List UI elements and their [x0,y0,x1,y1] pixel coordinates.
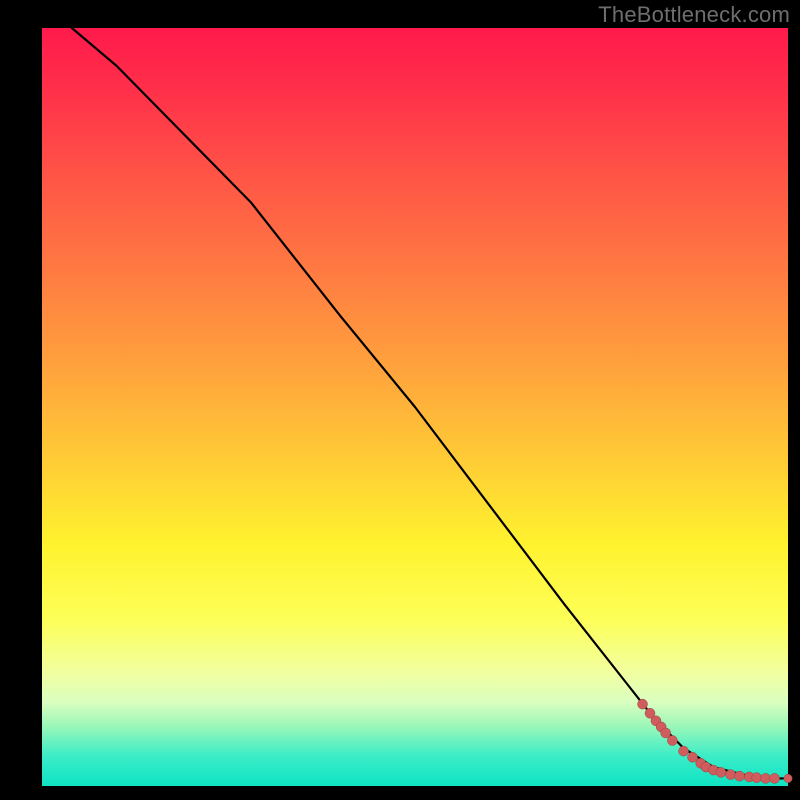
data-point [679,746,689,756]
data-point [735,771,745,781]
data-point [761,773,771,783]
chart-container: TheBottleneck.com [0,0,800,800]
data-points-group [638,699,793,783]
data-point [716,767,726,777]
plot-svg [42,28,788,786]
data-point [752,773,762,783]
watermark-text: TheBottleneck.com [598,2,790,28]
bottleneck-curve [72,28,788,778]
data-point [784,774,792,782]
data-point [638,699,648,709]
data-point [688,752,698,762]
plot-area [42,28,788,786]
data-point [770,773,780,783]
data-point [726,770,736,780]
data-point [667,736,677,746]
